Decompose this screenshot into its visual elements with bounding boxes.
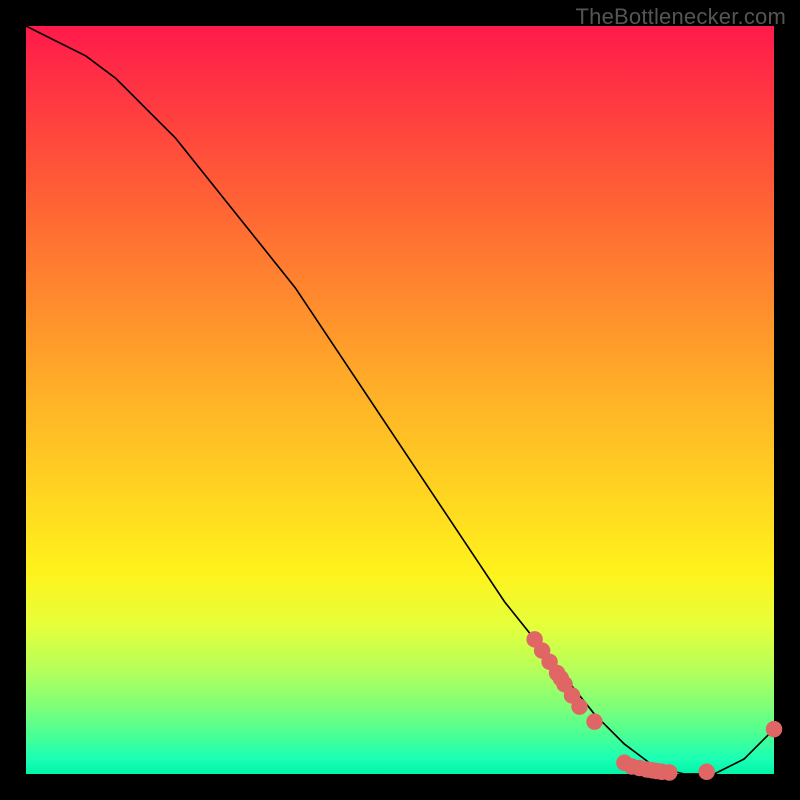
bottleneck-curve xyxy=(26,26,774,774)
chart-plot-area xyxy=(26,26,774,774)
marker-dot xyxy=(766,721,782,737)
marker-dot xyxy=(571,698,587,714)
marker-dot xyxy=(661,764,677,780)
attribution-label: TheBottlenecker.com xyxy=(576,4,786,30)
chart-frame: TheBottlenecker.com xyxy=(0,0,800,800)
chart-svg xyxy=(26,26,774,774)
marker-dot xyxy=(586,713,602,729)
marker-dot xyxy=(698,764,714,780)
